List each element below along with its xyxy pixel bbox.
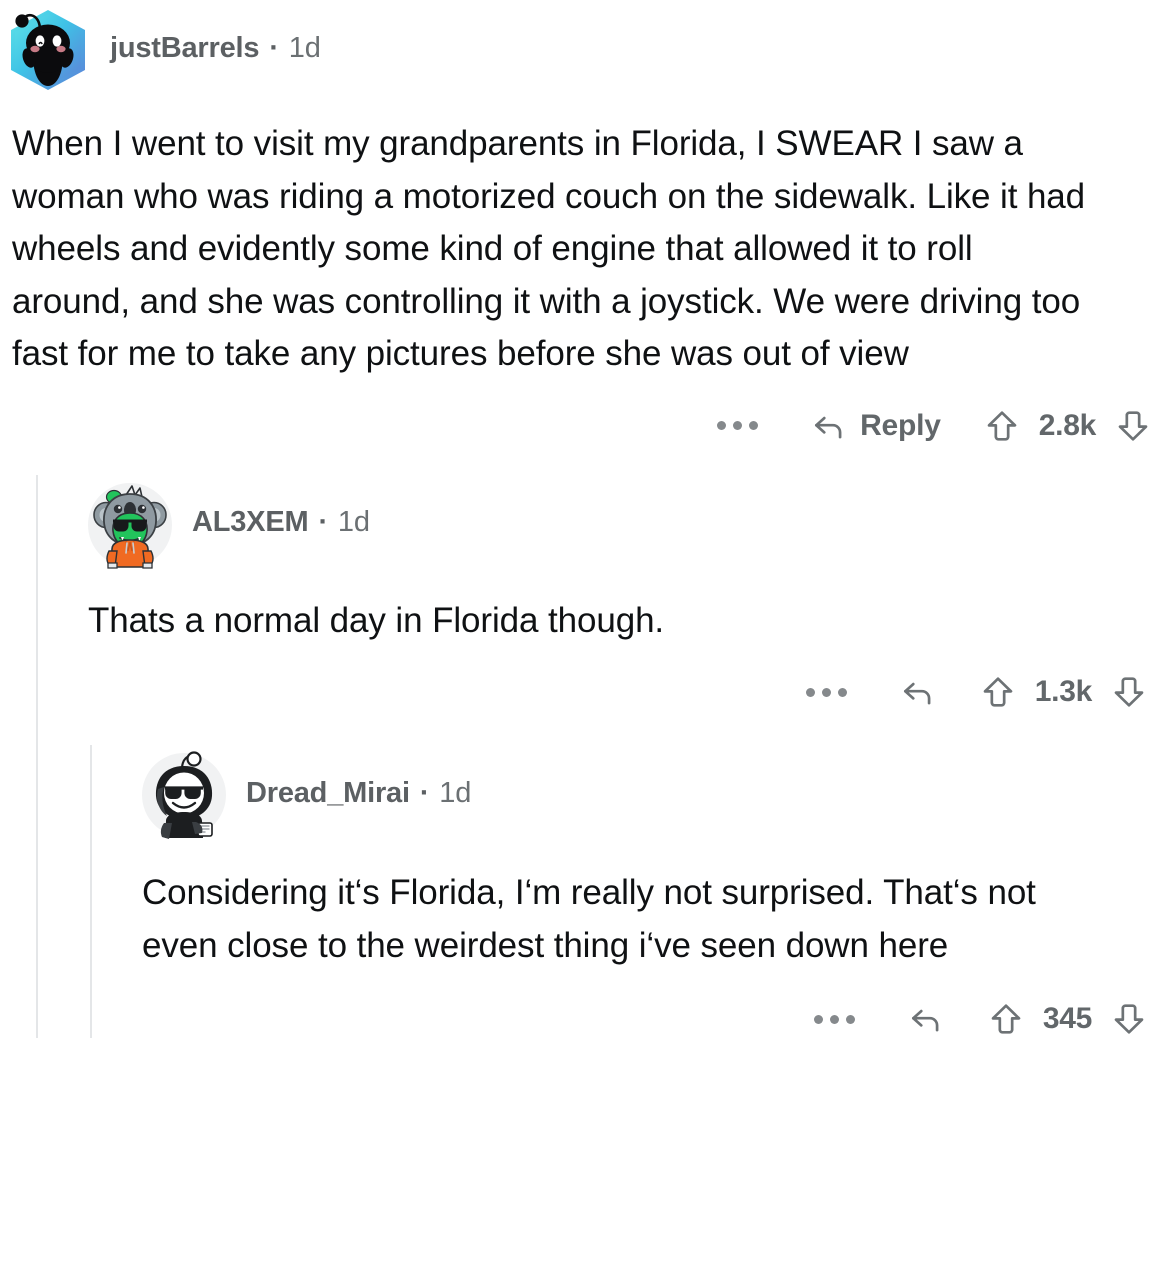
vote-group: 345 <box>987 1000 1148 1038</box>
upvote-button[interactable] <box>979 673 1017 711</box>
comment-thread: justBarrels · 1d When I went to visit my… <box>0 0 1170 1288</box>
koala-hoodie-green-creature-avatar[interactable] <box>82 475 178 571</box>
comment-author-username[interactable]: Dread_Mirai <box>246 777 410 810</box>
comment-byline: justBarrels · 1d <box>110 32 321 65</box>
reply-button[interactable]: Reply <box>810 407 941 445</box>
byline-separator: · <box>419 776 430 809</box>
downvote-button[interactable] <box>1110 673 1148 711</box>
comment-author-username[interactable]: AL3XEM <box>192 506 309 539</box>
overflow-menu-button[interactable] <box>717 421 759 430</box>
vote-group: 1.3k <box>979 673 1148 711</box>
comment-body-text: When I went to visit my grandparents in … <box>12 124 1086 373</box>
comment-timestamp: 1d <box>288 31 321 64</box>
downvote-button[interactable] <box>1114 407 1152 445</box>
comment-action-bar: 345 <box>136 1000 1170 1038</box>
vote-count: 1.3k <box>1034 675 1093 708</box>
overflow-menu-button[interactable] <box>813 1014 855 1024</box>
comment-action-bar: 1.3k <box>82 673 1170 711</box>
comment-byline: Dread_Mirai · 1d <box>246 777 471 810</box>
comment-action-bar: Reply 2.8k <box>0 407 1170 445</box>
comment-justbarrels: justBarrels · 1d When I went to visit my… <box>0 0 1170 445</box>
comment-timestamp: 1d <box>337 506 370 538</box>
byline-separator: · <box>269 31 279 64</box>
comment-byline: AL3XEM · 1d <box>192 506 370 539</box>
ellipsis-icon <box>813 1014 855 1024</box>
vote-group: 2.8k <box>983 407 1152 445</box>
downvote-button[interactable] <box>1110 1000 1148 1038</box>
byline-separator: · <box>318 506 328 538</box>
reply-arrow-icon <box>810 407 848 445</box>
comment-author-username[interactable]: justBarrels <box>110 32 260 65</box>
comment-header: AL3XEM · 1d <box>82 475 1170 571</box>
reply-arrow-icon <box>907 1000 945 1038</box>
vote-count: 345 <box>1042 1002 1092 1035</box>
ellipsis-icon <box>717 421 759 430</box>
vote-count: 2.8k <box>1038 408 1097 442</box>
reply-label: Reply <box>860 408 941 442</box>
comment-body-text: Thats a normal day in Florida though. <box>88 600 665 640</box>
snoo-black-hoodie-sunglasses-avatar[interactable] <box>136 745 232 841</box>
upvote-button[interactable] <box>983 407 1021 445</box>
comment-header: justBarrels · 1d <box>0 0 1170 96</box>
overflow-menu-button[interactable] <box>805 687 847 697</box>
comment-header: Dread_Mirai · 1d <box>136 745 1170 841</box>
reply-button[interactable] <box>907 1000 945 1038</box>
comment-al3xem: AL3XEM · 1d Thats a normal day in Florid… <box>36 474 1170 1038</box>
reply-button[interactable] <box>899 673 937 711</box>
ellipsis-icon <box>805 687 847 697</box>
comment-body-text: Considering it‘s Florida, I‘m really not… <box>142 873 1036 965</box>
comment-timestamp: 1d <box>439 776 472 809</box>
reply-arrow-icon <box>899 673 937 711</box>
snoo-black-cyan-hexagon-avatar[interactable] <box>0 0 96 96</box>
upvote-button[interactable] <box>987 1000 1025 1038</box>
comment-dread-mirai: Dread_Mirai · 1d Considering it‘s Florid… <box>90 745 1170 1038</box>
